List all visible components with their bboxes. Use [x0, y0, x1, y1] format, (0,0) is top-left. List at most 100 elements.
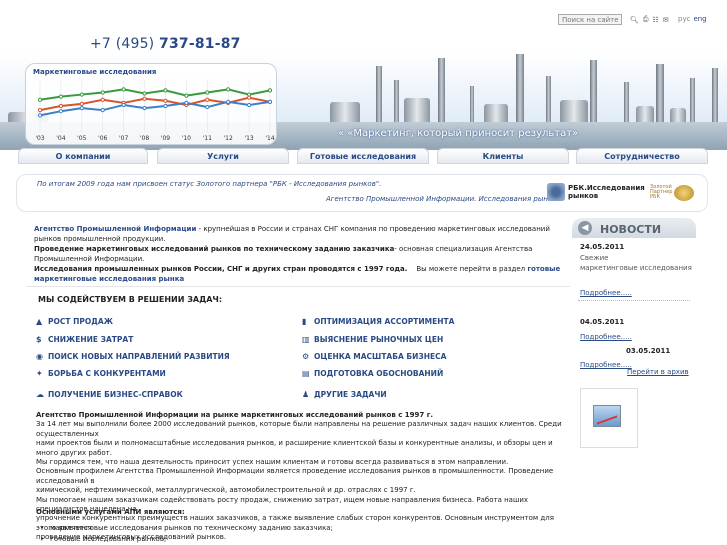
intro-p3: Вы можете перейти в раздел	[416, 265, 528, 273]
x-tick-label: '09	[161, 135, 170, 142]
data-point	[205, 104, 210, 110]
mail-icon[interactable]: ✉	[663, 16, 669, 24]
data-point	[246, 102, 252, 108]
dollar-icon: $	[36, 335, 42, 344]
about-line: нами проектов были и полномасштабные исс…	[36, 439, 553, 457]
rbc-logo-text-2: рынков	[568, 192, 599, 200]
gold-partner-badge-icon	[674, 185, 694, 201]
list-item: готовые исследования рынков;	[40, 534, 333, 545]
chart-panel: Маркетинговые исследования '03'04'05'06 '…	[25, 63, 277, 145]
data-point	[226, 99, 231, 104]
news-more-link[interactable]: Подробнее.....	[580, 333, 632, 341]
data-point	[142, 105, 147, 111]
data-point	[37, 113, 43, 118]
task-assortment[interactable]: ▮ ОПТИМИЗАЦИЯ АССОРТИМЕНТА	[302, 317, 454, 326]
x-tick-label: '11	[203, 135, 212, 142]
main-nav: О компании Услуги Готовые исследования К…	[0, 148, 727, 166]
nav-item-services[interactable]: Услуги	[157, 148, 289, 164]
bar-chart-icon: ▥	[302, 335, 310, 344]
task-other[interactable]: ♟ ДРУГИЕ ЗАДАЧИ	[302, 390, 387, 399]
tasks-title: МЫ СОДЕЙСТВУЕМ В РЕШЕНИИ ЗАДАЧ:	[38, 295, 223, 304]
bars-icon: ▮	[302, 317, 307, 326]
print-icon[interactable]: ⎙	[643, 15, 649, 24]
task-market-prices[interactable]: ▥ ВЫЯСНЕНИЕ РЫНОЧНЫХ ЦЕН	[302, 335, 443, 344]
data-point	[184, 93, 189, 98]
news-date: 03.05.2011	[626, 347, 671, 355]
nav-item-cooperation[interactable]: Сотрудничество	[576, 148, 708, 164]
about-heading: Агентство Промышленной Информации на рын…	[36, 411, 434, 419]
news-text: Свежие	[580, 254, 609, 262]
nav-item-ready-research[interactable]: Готовые исследования	[297, 148, 429, 164]
intro-p3-bold: Исследования промышленных рынков России,…	[34, 265, 408, 273]
data-point	[142, 96, 147, 101]
data-point	[100, 90, 105, 95]
news-thumbnail[interactable]	[580, 388, 638, 448]
task-new-directions[interactable]: ◉ ПОИСК НОВЫХ НАПРАВЛЕНИЙ РАЗВИТИЯ	[36, 352, 230, 361]
about-line: Основным профилем Агентства Промышленной…	[36, 467, 554, 485]
services-title: Основными услугами АПИ являются:	[36, 508, 185, 516]
cloud-icon: ☁	[36, 390, 44, 399]
news-title: НОВОСТИ	[600, 223, 662, 236]
task-business-scale[interactable]: ⚙ ОЦЕНКА МАСШТАБА БИЗНЕСА	[302, 352, 446, 361]
about-line: За 14 лет мы выполнили более 2000 исслед…	[36, 420, 562, 438]
data-point	[100, 108, 105, 113]
nav-item-about[interactable]: О компании	[18, 148, 148, 164]
news-date: 24.05.2011	[580, 243, 625, 251]
lang-en-link[interactable]: eng	[693, 15, 706, 23]
search-icon[interactable]: 🔍︎	[630, 16, 639, 24]
phone-number: +7 (495) 737-81-87	[90, 36, 241, 52]
data-point	[37, 97, 43, 102]
x-tick-label: '08	[140, 135, 149, 142]
compass-icon: ◉	[36, 352, 43, 361]
gold-line-3: РБК	[650, 194, 660, 200]
intro-section: Агентство Промышленной Информации - круп…	[34, 224, 569, 284]
gear-icon: ⚙	[302, 352, 310, 361]
task-cost-reduction[interactable]: $ СНИЖЕНИЕ ЗАТРАТ	[36, 335, 133, 344]
x-tick-label: '13	[244, 135, 253, 142]
task-business-info[interactable]: ☁ ПОЛУЧЕНИЕ БИЗНЕС-СПРАВОК	[36, 390, 183, 399]
chart-icon: ▲	[36, 317, 43, 326]
about-line: Мы гордимся тем, что наша деятельность п…	[36, 458, 509, 467]
news-more-link[interactable]: Подробнее.....	[580, 289, 632, 297]
news-text: маркетинговые исследования	[580, 264, 692, 272]
news-archive-link[interactable]: Перейти в архив	[627, 368, 689, 376]
series-line-0	[39, 88, 271, 101]
people-icon: ♟	[302, 390, 310, 399]
gold-partner-status: По итогам 2009 года нам присвоен статус …	[37, 180, 382, 188]
data-point	[163, 103, 168, 109]
document-icon: ▤	[302, 369, 310, 378]
data-point	[58, 94, 64, 99]
data-point	[58, 103, 64, 109]
data-point	[226, 87, 231, 92]
x-tick-label: '03	[35, 135, 44, 142]
task-sales-growth[interactable]: ▲ РОСТ ПРОДАЖ	[36, 317, 113, 326]
data-point	[163, 88, 168, 93]
rbc-logo-text-1: РБК.Исследования	[568, 184, 645, 192]
news-more-link[interactable]: Подробнее.....	[580, 361, 632, 369]
task-justifications[interactable]: ▤ ПОДГОТОВКА ОБОСНОВАНИЙ	[302, 369, 443, 378]
target-icon: ✦	[36, 369, 43, 378]
tasks-section: МЫ СОДЕЙСТВУЕМ В РЕШЕНИИ ЗАДАЧ: ▲ РОСТ ПР…	[26, 286, 570, 406]
data-point	[37, 108, 43, 113]
intro-p2-bold: Проведение маркетинговых исследований ры…	[34, 245, 395, 253]
rbc-research-logo[interactable]: РБК.Исследования рынков	[547, 183, 645, 201]
data-point	[121, 102, 126, 108]
x-tick-label: '04	[56, 135, 65, 142]
line-chart: '03 '04 '05 '06 '07 '08 '09 '10 '11 '12 '13 '14	[35, 80, 275, 142]
data-point	[142, 91, 147, 96]
x-tick-label: '07	[119, 135, 128, 142]
lang-ru-link[interactable]: рус	[678, 15, 690, 23]
task-competition[interactable]: ✦ БОРЬБА С КОНКУРЕНТАМИ	[36, 369, 166, 378]
arrow-left-icon[interactable]: ◀	[578, 221, 592, 235]
x-tick-label: '14	[265, 135, 274, 142]
x-tick-label: '06	[98, 135, 107, 142]
list-item: маркетинговые исследования рынков по тех…	[40, 523, 333, 534]
nav-item-clients[interactable]: Клиенты	[437, 148, 569, 164]
gold-partner-text: Золотой Партнер РБК	[650, 185, 672, 200]
services-list: маркетинговые исследования рынков по тех…	[40, 523, 333, 545]
search-input[interactable]	[558, 14, 622, 25]
data-point	[205, 97, 210, 102]
header: 🔍︎ ⎙ ☷ ✉ русeng +7 (495) 737-81-87 Марке…	[0, 0, 727, 168]
sitemap-icon[interactable]: ☷	[653, 16, 659, 24]
data-point	[267, 88, 273, 93]
